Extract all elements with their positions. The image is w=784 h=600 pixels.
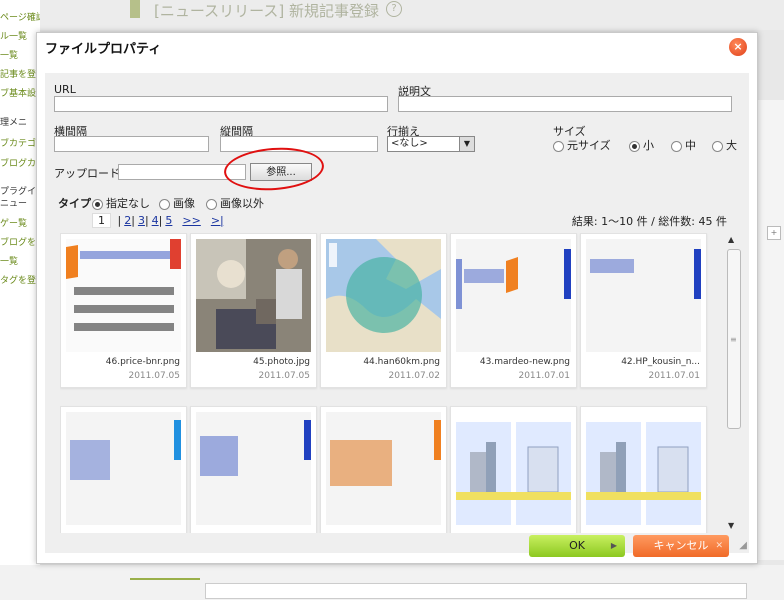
upload-label: アップロード xyxy=(54,167,120,180)
align-value: <なし> xyxy=(391,138,428,149)
photo-image xyxy=(196,239,311,352)
file-name: 42.HP_kousin_n... xyxy=(621,357,700,367)
size-option-original[interactable]: 元サイズ xyxy=(553,137,611,153)
divider xyxy=(130,578,200,580)
file-thumbnail[interactable]: 46.price-bnr.png 2011.07.05 xyxy=(60,233,187,388)
file-grid-scrollbar[interactable]: ▲ ≡ ▼ xyxy=(725,233,741,533)
radio-button[interactable] xyxy=(159,198,170,210)
sidebar-link[interactable]: 記事を登 xyxy=(0,67,40,80)
banner-image xyxy=(66,239,181,352)
file-date: 2011.07.01 xyxy=(518,371,570,381)
file-date: 2011.07.02 xyxy=(388,371,440,381)
scrollbar-thumb[interactable]: ≡ xyxy=(727,249,741,429)
chevron-down-icon[interactable]: ▼ xyxy=(459,137,474,151)
size-option-large[interactable]: 大 xyxy=(712,137,737,153)
radio-button[interactable] xyxy=(553,140,564,152)
sidebar-section: 理メニ xyxy=(0,118,28,128)
hspace-input[interactable] xyxy=(54,136,209,152)
page-link[interactable]: 3 xyxy=(138,214,145,227)
page-last[interactable]: >| xyxy=(211,214,224,227)
help-icon[interactable]: ? xyxy=(386,1,402,17)
page-title: [ニュースリリース] 新規記事登録 xyxy=(154,2,379,20)
file-date: 2011.07.05 xyxy=(258,371,310,381)
file-thumbnail[interactable] xyxy=(60,406,187,533)
file-name: 43.mardeo-new.png xyxy=(479,357,570,367)
page-current: 1 xyxy=(92,213,111,228)
sidebar-link[interactable]: ブログを xyxy=(0,235,40,248)
file-thumbnail[interactable] xyxy=(320,406,447,533)
align-select[interactable]: <なし> ▼ xyxy=(387,136,475,152)
result-count: 結果: 1〜10 件 / 総件数: 45 件 xyxy=(571,215,727,228)
banner-image xyxy=(456,239,571,352)
radio-button[interactable] xyxy=(629,140,640,152)
sidebar-link[interactable]: ゲー覧 xyxy=(0,216,40,229)
type-label: タイプ xyxy=(58,197,91,210)
radio-button[interactable] xyxy=(206,198,217,210)
sidebar-link[interactable]: ブログカ xyxy=(0,156,40,169)
file-thumbnail[interactable] xyxy=(450,406,577,533)
description-input[interactable] xyxy=(398,96,732,112)
file-thumbnail[interactable] xyxy=(190,406,317,533)
banner-image xyxy=(66,412,181,525)
radio-button[interactable] xyxy=(671,140,682,152)
sidebar-link[interactable]: ブ基本設 xyxy=(0,86,40,99)
background-bottom xyxy=(0,565,784,600)
file-thumbnail[interactable]: 42.HP_kousin_n... 2011.07.01 xyxy=(580,233,707,388)
page-link[interactable]: 5 xyxy=(165,214,172,227)
sidebar-section: ニュー xyxy=(0,199,28,209)
banner-image xyxy=(196,412,311,525)
file-thumbnail[interactable]: 44.han60km.png 2011.07.02 xyxy=(320,233,447,388)
file-name: 44.han60km.png xyxy=(363,357,440,367)
dialog-title: ファイルプロパティ xyxy=(45,42,162,57)
file-date: 2011.07.01 xyxy=(648,371,700,381)
file-name: 46.price-bnr.png xyxy=(105,357,180,367)
file-date: 2011.07.05 xyxy=(128,371,180,381)
map-image xyxy=(326,239,441,352)
plus-icon[interactable]: + xyxy=(767,226,781,240)
size-option-small[interactable]: 小 xyxy=(629,137,654,153)
resize-grip-icon[interactable]: ◢ xyxy=(739,540,747,551)
cancel-button[interactable]: キャンセル ✕ xyxy=(633,535,729,557)
file-thumbnail[interactable]: 43.mardeo-new.png 2011.07.01 xyxy=(450,233,577,388)
radio-button[interactable] xyxy=(92,198,103,210)
arrow-right-icon: ▶ xyxy=(610,541,617,550)
scroll-down-icon[interactable]: ▼ xyxy=(728,521,734,530)
radio-button[interactable] xyxy=(712,140,723,152)
ok-button[interactable]: OK ▶ xyxy=(529,535,625,557)
file-thumbnail[interactable] xyxy=(580,406,707,533)
sidebar-link[interactable]: ブカテゴリ xyxy=(0,136,40,149)
background-sidebar: ページ確認 ル一覧 一覧 記事を登 ブ基本設 理メニ ブカテゴリ ブログカ プラ… xyxy=(0,0,40,600)
close-icon: ✕ xyxy=(715,541,723,551)
page-link[interactable]: 4 xyxy=(152,214,159,227)
close-icon[interactable]: × xyxy=(729,38,747,56)
sidebar-link[interactable]: ル一覧 xyxy=(0,29,40,42)
sidebar-link[interactable]: 一覧 xyxy=(0,48,40,61)
pagination: 1 | 2| 3| 4| 5 >> >| xyxy=(92,213,224,228)
type-option-any[interactable]: 指定なし xyxy=(92,195,150,211)
size-option-medium[interactable]: 中 xyxy=(671,137,696,153)
background-field[interactable] xyxy=(205,583,747,599)
file-name: 45.photo.jpg xyxy=(253,357,310,367)
background-header: [ニュースリリース] 新規記事登録 ? xyxy=(40,0,784,30)
dialog-panel: URL 説明文 横間隔 縦間隔 行揃え <なし> ▼ サイズ 元サイズ 小 中 … xyxy=(45,73,749,557)
illustration-image xyxy=(456,412,571,525)
banner-image xyxy=(586,239,701,352)
sidebar-link[interactable]: タグを登 xyxy=(0,273,40,286)
file-thumbnail[interactable]: 45.photo.jpg 2011.07.05 xyxy=(190,233,317,388)
background-right-panel: + xyxy=(756,100,784,560)
grip-icon: ≡ xyxy=(730,335,737,344)
sidebar-link[interactable]: 一覧 xyxy=(0,254,40,267)
page-next[interactable]: >> xyxy=(182,214,200,227)
type-option-image[interactable]: 画像 xyxy=(159,195,195,211)
type-option-non-image[interactable]: 画像以外 xyxy=(206,195,264,211)
illustration-image xyxy=(586,412,701,525)
file-grid: 46.price-bnr.png 2011.07.05 45.photo.jpg… xyxy=(60,233,722,533)
url-label: URL xyxy=(54,83,76,96)
scroll-up-icon[interactable]: ▲ xyxy=(728,235,734,244)
sidebar-link[interactable]: ページ確認 xyxy=(0,10,40,23)
file-properties-dialog: ファイルプロパティ × URL 説明文 横間隔 縦間隔 行揃え <なし> ▼ サ… xyxy=(36,32,758,564)
title-marker xyxy=(130,0,140,18)
url-input[interactable] xyxy=(54,96,388,112)
banner-image xyxy=(326,412,441,525)
